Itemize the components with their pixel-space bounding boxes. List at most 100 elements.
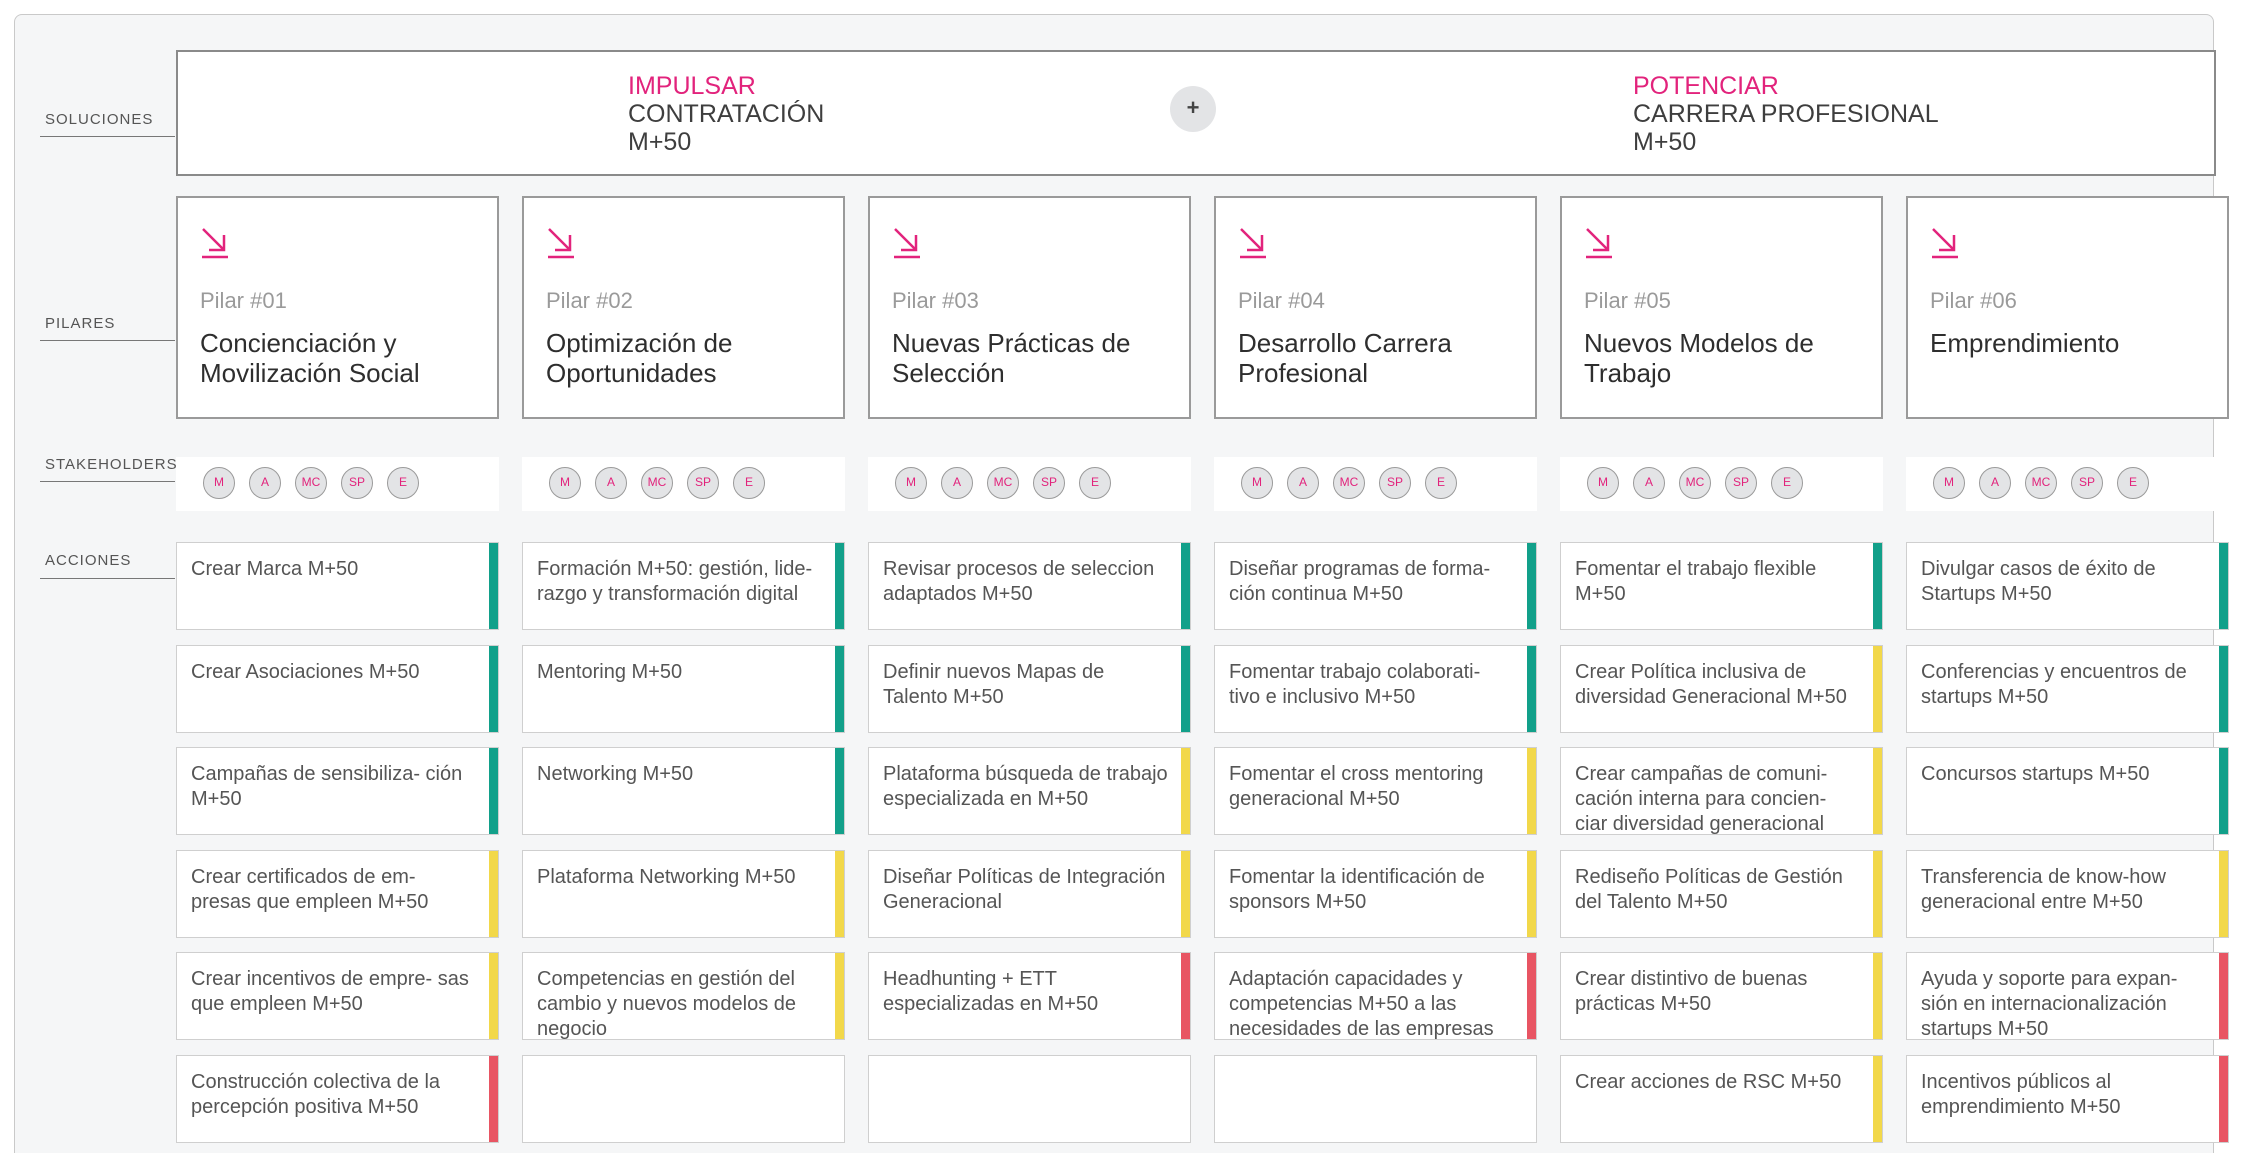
stakeholder-badge[interactable]: MC — [641, 467, 673, 499]
pillar-card[interactable]: Pilar #06 Emprendimiento — [1906, 196, 2229, 419]
stakeholder-row: M A MC SP E — [1214, 457, 1537, 511]
pillar-card[interactable]: Pilar #03 Nuevas Prácticas de Selección — [868, 196, 1191, 419]
stakeholder-badge[interactable]: SP — [1379, 467, 1411, 499]
stakeholder-badge[interactable]: E — [733, 467, 765, 499]
status-bar-yellow — [835, 953, 844, 1039]
action-card[interactable]: Incentivos públicos al emprendimiento M+… — [1906, 1055, 2229, 1143]
row-divider — [40, 481, 175, 482]
pillar-number: Pilar #03 — [892, 288, 979, 313]
stakeholder-badge[interactable]: E — [1079, 467, 1111, 499]
action-card[interactable]: Crear acciones de RSC M+50 — [1560, 1055, 1883, 1143]
action-card[interactable]: Revisar procesos de seleccion adaptados … — [868, 542, 1191, 630]
pillar-card[interactable]: Pilar #02 Optimización de Oportunidades — [522, 196, 845, 419]
stakeholder-row: M A MC SP E — [522, 457, 845, 511]
action-card[interactable]: Definir nuevos Mapas de Talento M+50 — [868, 645, 1191, 733]
action-text: Fomentar el cross mentoring generacional… — [1229, 763, 1484, 810]
solution-verb: IMPULSAR — [628, 72, 756, 100]
action-card[interactable]: Diseñar Políticas de Integración Generac… — [868, 850, 1191, 938]
stakeholder-badge[interactable]: MC — [987, 467, 1019, 499]
action-card[interactable]: Crear certificados de em- presas que emp… — [176, 850, 499, 938]
stakeholder-badge[interactable]: A — [941, 467, 973, 499]
action-text: Campañas de sensibiliza- ción M+50 — [191, 763, 463, 810]
action-text: Transferencia de know-how generacional e… — [1921, 866, 2166, 913]
stakeholder-badge[interactable]: MC — [295, 467, 327, 499]
action-card[interactable]: Plataforma Networking M+50 — [522, 850, 845, 938]
action-card[interactable]: Fomentar el trabajo flexible M+50 — [1560, 542, 1883, 630]
stakeholder-badge[interactable]: M — [1587, 467, 1619, 499]
stakeholder-badge[interactable]: E — [2117, 467, 2149, 499]
pillar-card[interactable]: Pilar #01 Concienciación y Movilización S… — [176, 196, 499, 419]
arrow-down-right-icon — [1932, 228, 1958, 259]
stakeholder-badge[interactable]: SP — [687, 467, 719, 499]
action-text: Diseñar Políticas de Integración Generac… — [883, 866, 1166, 913]
stakeholder-badge[interactable]: E — [1425, 467, 1457, 499]
action-card[interactable]: Crear Asociaciones M+50 — [176, 645, 499, 733]
status-bar-green — [835, 748, 844, 834]
stakeholder-badge[interactable]: M — [1933, 467, 1965, 499]
action-card[interactable]: Crear incentivos de empre- sas que emple… — [176, 952, 499, 1040]
action-card[interactable]: Ayuda y soporte para expan- sión en inte… — [1906, 952, 2229, 1040]
pillar-title: Nuevas Prácticas de Selección — [892, 328, 1131, 388]
stakeholder-badge[interactable]: A — [1633, 467, 1665, 499]
action-text: Plataforma búsqueda de trabajo especiali… — [883, 763, 1168, 810]
action-card[interactable]: Divulgar casos de éxito de Startups M+50 — [1906, 542, 2229, 630]
action-text: Incentivos públicos al emprendimiento M+… — [1921, 1071, 2121, 1118]
stakeholder-badge[interactable]: SP — [341, 467, 373, 499]
stakeholder-badge[interactable]: SP — [1725, 467, 1757, 499]
action-card[interactable]: Concursos startups M+50 — [1906, 747, 2229, 835]
status-bar-green — [835, 543, 844, 629]
stakeholder-badge[interactable]: M — [549, 467, 581, 499]
stakeholder-badge[interactable]: A — [1979, 467, 2011, 499]
action-card[interactable]: Fomentar la identificación de sponsors M… — [1214, 850, 1537, 938]
action-text: Fomentar trabajo colaborati- tivo e incl… — [1229, 661, 1481, 708]
action-card[interactable]: Crear Marca M+50 — [176, 542, 499, 630]
pillar-card[interactable]: Pilar #04 Desarrollo Carrera Profesional — [1214, 196, 1537, 419]
action-card[interactable]: Conferencias y encuentros de startups M+… — [1906, 645, 2229, 733]
stakeholder-badge[interactable]: E — [1771, 467, 1803, 499]
action-card[interactable]: Crear campañas de comuni- cación interna… — [1560, 747, 1883, 835]
action-card[interactable]: Plataforma búsqueda de trabajo especiali… — [868, 747, 1191, 835]
stakeholder-badge[interactable]: MC — [2025, 467, 2057, 499]
status-bar-green — [2219, 646, 2228, 732]
status-bar-yellow — [1527, 851, 1536, 937]
action-card[interactable]: Adaptación capacidades y competencias M+… — [1214, 952, 1537, 1040]
action-card[interactable]: Networking M+50 — [522, 747, 845, 835]
status-bar-green — [489, 543, 498, 629]
stakeholder-badge[interactable]: SP — [1033, 467, 1065, 499]
action-card[interactable]: Mentoring M+50 — [522, 645, 845, 733]
stakeholder-badge[interactable]: A — [595, 467, 627, 499]
action-card[interactable]: Rediseño Políticas de Gestión del Talent… — [1560, 850, 1883, 938]
action-card[interactable]: Construcción colectiva de la percepción … — [176, 1055, 499, 1143]
stakeholder-badge[interactable]: M — [203, 467, 235, 499]
stakeholder-badge[interactable]: A — [249, 467, 281, 499]
arrow-down-right-icon — [1586, 228, 1612, 259]
pillar-card[interactable]: Pilar #05 Nuevos Modelos de Trabajo — [1560, 196, 1883, 419]
stakeholder-badge[interactable]: MC — [1333, 467, 1365, 499]
stakeholder-badge[interactable]: MC — [1679, 467, 1711, 499]
action-card[interactable]: Crear Política inclusiva de diversidad G… — [1560, 645, 1883, 733]
action-card[interactable]: Fomentar el cross mentoring generacional… — [1214, 747, 1537, 835]
stakeholder-row: M A MC SP E — [1560, 457, 1883, 511]
action-text: Ayuda y soporte para expan- sión en inte… — [1921, 968, 2178, 1040]
stakeholder-badge[interactable]: SP — [2071, 467, 2103, 499]
arrow-down-right-icon — [894, 228, 920, 259]
action-text: Crear Asociaciones M+50 — [191, 661, 420, 683]
action-card[interactable]: Diseñar programas de forma- ción continu… — [1214, 542, 1537, 630]
action-card[interactable]: Formación M+50: gestión, lide- razgo y t… — [522, 542, 845, 630]
stakeholder-badge[interactable]: A — [1287, 467, 1319, 499]
action-card[interactable]: Transferencia de know-how generacional e… — [1906, 850, 2229, 938]
row-divider — [40, 136, 175, 137]
action-card[interactable]: Campañas de sensibiliza- ción M+50 — [176, 747, 499, 835]
status-bar-yellow — [1873, 748, 1882, 834]
status-bar-green — [2219, 543, 2228, 629]
stakeholder-badge[interactable]: E — [387, 467, 419, 499]
stakeholder-badge[interactable]: M — [895, 467, 927, 499]
action-card[interactable]: Fomentar trabajo colaborati- tivo e incl… — [1214, 645, 1537, 733]
stakeholder-badge[interactable]: M — [1241, 467, 1273, 499]
action-card[interactable]: Competencias en gestión del cambio y nue… — [522, 952, 845, 1040]
status-bar-green — [2219, 748, 2228, 834]
action-text: Mentoring M+50 — [537, 661, 683, 683]
action-card[interactable]: Headhunting + ETT especializadas en M+50 — [868, 952, 1191, 1040]
stakeholder-row: M A MC SP E — [868, 457, 1191, 511]
action-card[interactable]: Crear distintivo de buenas prácticas M+5… — [1560, 952, 1883, 1040]
